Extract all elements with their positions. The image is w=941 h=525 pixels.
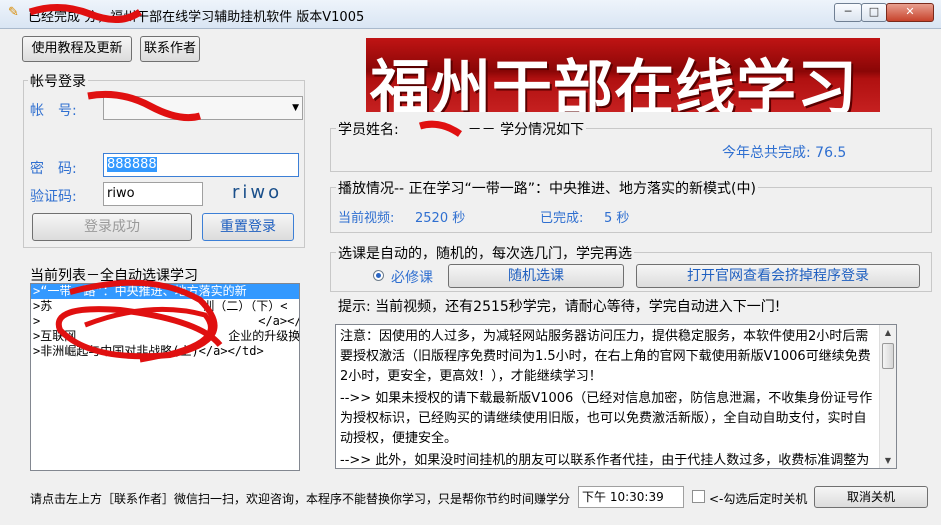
- list-fragment: 训（二）（下）<: [202, 299, 288, 313]
- scroll-down-icon[interactable]: ▼: [881, 453, 895, 468]
- tutorial-button[interactable]: 使用教程及更新: [22, 36, 132, 62]
- list-fragment: 企业的升级换位: [228, 329, 300, 343]
- title-bar[interactable]: ✎ 已经完成 分，福州干部在线学习辅助挂机软件 版本V1005 ─ □ ✕: [0, 0, 941, 29]
- list-item[interactable]: >“一带一路”：中央推进、地方落实的新: [31, 284, 299, 299]
- account-label: 帐 号:: [30, 103, 77, 119]
- password-label: 密 码:: [30, 161, 77, 177]
- scroll-thumb[interactable]: [882, 343, 894, 369]
- dropdown-arrow-icon[interactable]: ▼: [292, 97, 299, 119]
- course-list-label: 当前列表－全自动选课学习: [30, 268, 198, 284]
- course-list[interactable]: >“一带一路”：中央推进、地方落实的新 >苏训（二）（下）< ></a></td…: [30, 283, 300, 471]
- login-button[interactable]: 登录成功: [32, 213, 192, 241]
- site-banner: 福州干部在线学习: [366, 38, 880, 112]
- maximize-button[interactable]: □: [861, 3, 887, 22]
- playback-status: 播放情况-- 正在学习“一带一路”：中央推进、地方落实的新模式(中): [336, 178, 758, 198]
- relogin-button[interactable]: 重置登录: [202, 213, 294, 241]
- list-fragment: </a></td>: [258, 314, 299, 328]
- contact-author-button[interactable]: 联系作者: [140, 36, 200, 62]
- random-select-button[interactable]: 随机选课: [448, 264, 624, 288]
- password-value: 888888: [107, 157, 157, 172]
- required-course-radio[interactable]: [373, 270, 384, 281]
- tip-text: 提示: 当前视频，还有2515秒学完，请耐心等待，学完自动进入下一门!: [338, 299, 781, 315]
- footer-hint: 请点击左上方［联系作者］微信扫一扫，欢迎咨询，本程序不能替换你学习，只是帮你节约…: [30, 492, 571, 506]
- required-course-label[interactable]: 必修课: [391, 267, 433, 287]
- done-value: 5 秒: [604, 211, 630, 226]
- captcha-value: riwo: [107, 186, 135, 201]
- done-label: 已完成:: [540, 211, 584, 226]
- year-total: 今年总共完成: 76.5: [722, 145, 847, 161]
- student-name-label: 学员姓名:: [338, 122, 399, 138]
- login-group-label: 帐号登录: [28, 71, 88, 91]
- shutdown-label: <-勾选后定时关机: [709, 492, 808, 506]
- student-name-suffix: －－ 学分情况如下: [467, 122, 585, 138]
- window-title: 已经完成 分，福州干部在线学习辅助挂机软件 版本V1005: [28, 10, 365, 25]
- pencil-icon: ✎: [8, 5, 19, 20]
- current-video-value: 2520 秒: [415, 211, 466, 226]
- captcha-label: 验证码:: [30, 189, 77, 205]
- shutdown-time-value: 下午 10:30:39: [582, 490, 664, 504]
- captcha-input[interactable]: riwo: [103, 182, 203, 206]
- current-video-label: 当前视频:: [338, 211, 395, 226]
- close-button[interactable]: ✕: [886, 3, 934, 22]
- student-group-label: 学员姓名: －－ 学分情况如下: [336, 119, 587, 139]
- selection-info: 选课是自动的，随机的，每次选几门，学完再选: [336, 243, 634, 263]
- banner-title: 福州干部在线学习: [370, 54, 858, 112]
- list-item[interactable]: ></a></td>: [31, 314, 299, 329]
- list-item[interactable]: >苏 训（二）（下）<: [31, 299, 299, 314]
- account-select[interactable]: ▼: [103, 96, 303, 120]
- password-input[interactable]: 888888: [103, 153, 299, 177]
- shutdown-time-picker[interactable]: 下午 10:30:39: [578, 486, 684, 508]
- open-site-button[interactable]: 打开官网查看会挤掉程序登录: [636, 264, 920, 288]
- shutdown-checkbox[interactable]: [692, 490, 705, 503]
- list-item[interactable]: >互联网企业的升级换位: [31, 329, 299, 344]
- list-item[interactable]: >非洲崛起与中国对非战略(上)</a></td>: [31, 344, 299, 359]
- notice-paragraph: -->> 如果未授权的请下载最新版V1006（已经对信息加密，防信息泄漏，不收集…: [340, 391, 873, 446]
- notice-scrollbar[interactable]: ▲ ▼: [879, 325, 896, 468]
- cancel-shutdown-button[interactable]: 取消关机: [814, 486, 928, 508]
- notice-paragraph: 注意：因使用的人过多，为减轻网站服务器访问压力，提供稳定服务，本软件使用2小时后…: [340, 329, 871, 384]
- notice-textarea[interactable]: 注意：因使用的人过多，为减轻网站服务器访问压力，提供稳定服务，本软件使用2小时后…: [335, 324, 897, 469]
- notice-paragraph: -->> 此外，如果没时间挂机的朋友可以联系作者代挂，由于代挂人数过多，收费标准…: [340, 453, 870, 468]
- captcha-image[interactable]: riwo: [232, 182, 282, 203]
- minimize-button[interactable]: ─: [834, 3, 862, 22]
- scroll-up-icon[interactable]: ▲: [881, 325, 895, 340]
- app-window: ✎ 已经完成 分，福州干部在线学习辅助挂机软件 版本V1005 ─ □ ✕ 使用…: [0, 0, 941, 525]
